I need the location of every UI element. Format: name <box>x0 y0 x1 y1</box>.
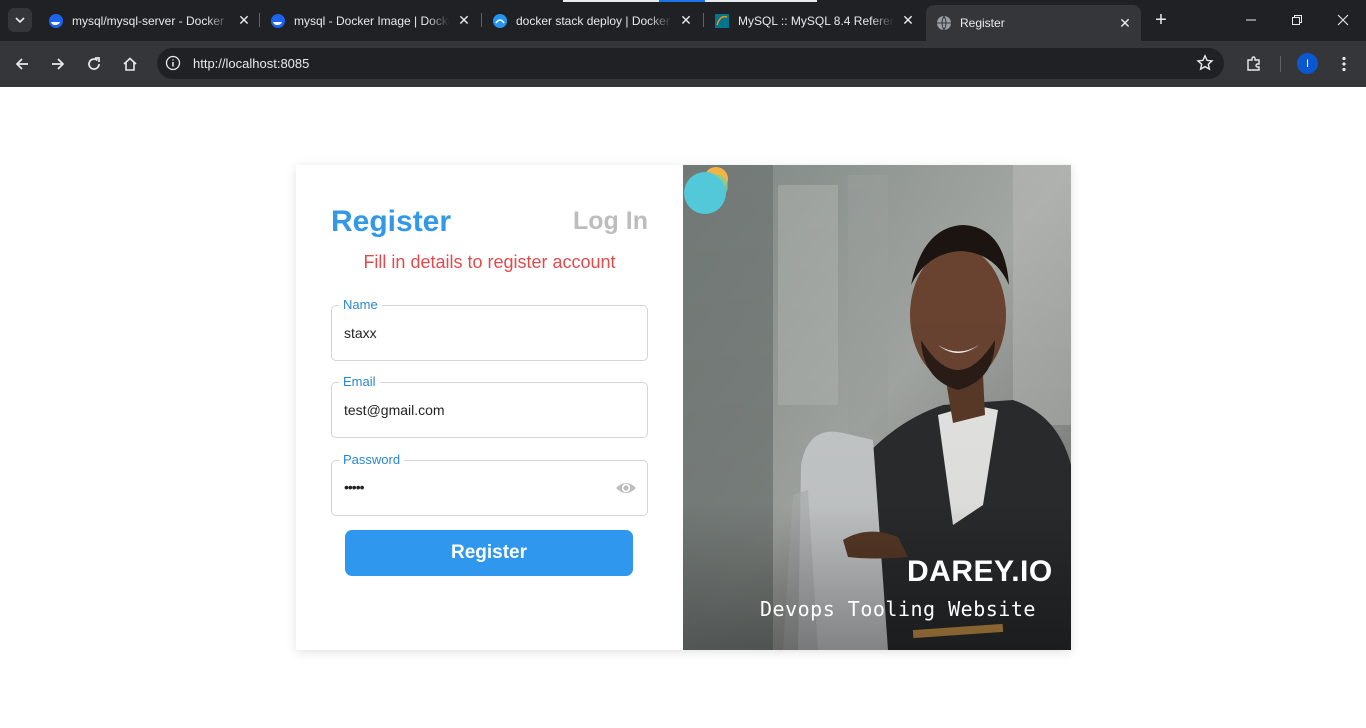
email-field[interactable]: Email test@gmail.com <box>331 374 648 438</box>
name-field[interactable]: Name staxx <box>331 297 648 361</box>
puzzle-icon <box>1247 56 1260 71</box>
close-icon[interactable]: ✕ <box>1117 15 1133 31</box>
browser-tab[interactable]: mysql - Docker Image | Docker ✕ <box>260 6 480 35</box>
menu-button[interactable] <box>1333 53 1355 75</box>
brand-name: DAREY.IO <box>907 555 1053 588</box>
docker-icon <box>270 13 286 29</box>
email-input[interactable]: test@gmail.com <box>344 402 445 418</box>
chevron-down-icon <box>15 17 25 24</box>
extensions-button[interactable] <box>1243 53 1265 75</box>
bookmark-star-icon[interactable] <box>1196 54 1214 72</box>
docker-docs-icon <box>492 13 508 29</box>
form-panel: Register Log In Fill in details to regis… <box>296 165 683 650</box>
url-text[interactable]: http://localhost:8085 <box>193 56 309 71</box>
reload-icon <box>88 57 100 70</box>
hero-image: DAREY.IO Devops Tooling Website <box>683 165 1071 650</box>
eye-icon[interactable] <box>615 479 637 497</box>
arrow-right-icon <box>52 58 65 70</box>
close-icon[interactable]: ✕ <box>900 12 916 29</box>
tab-title: MySQL :: MySQL 8.4 Reference <box>738 13 894 28</box>
address-bar[interactable]: http://localhost:8085 <box>157 48 1224 79</box>
forward-button[interactable] <box>44 50 72 78</box>
browser-toolbar: http://localhost:8085 I <box>0 41 1366 87</box>
reload-button[interactable] <box>80 50 108 78</box>
home-button[interactable] <box>116 50 144 78</box>
name-label: Name <box>339 297 382 312</box>
close-icon[interactable]: ✕ <box>456 12 472 29</box>
info-icon[interactable] <box>165 55 181 71</box>
home-icon <box>123 57 137 71</box>
restore-icon <box>1292 15 1302 25</box>
password-input[interactable]: ••••• <box>344 479 364 495</box>
name-input[interactable]: staxx <box>344 325 377 341</box>
register-button[interactable]: Register <box>345 530 633 576</box>
browser-tab[interactable]: MySQL :: MySQL 8.4 Reference ✕ <box>704 6 924 35</box>
globe-icon <box>936 15 952 31</box>
close-icon[interactable]: ✕ <box>236 12 252 29</box>
tab-title: docker stack deploy | Docker <box>516 13 670 28</box>
password-field[interactable]: Password ••••• <box>331 452 648 516</box>
close-icon[interactable]: ✕ <box>678 12 694 29</box>
password-label: Password <box>339 452 405 467</box>
tab-loading-indicator <box>563 0 817 2</box>
arrow-left-icon <box>15 58 28 70</box>
close-icon <box>1337 14 1349 26</box>
login-tab-link[interactable]: Log In <box>573 207 648 236</box>
profile-avatar[interactable]: I <box>1297 53 1318 74</box>
browser-tab-active[interactable]: Register ✕ <box>926 5 1141 41</box>
darey-logo-icon <box>684 167 728 214</box>
register-tab-heading[interactable]: Register <box>331 205 451 239</box>
restore-button[interactable] <box>1274 0 1320 40</box>
email-label: Email <box>339 374 380 389</box>
brand-tagline: Devops Tooling Website <box>760 597 1036 621</box>
register-card: Register Log In Fill in details to regis… <box>296 165 1071 650</box>
tab-strip: mysql/mysql-server - Docker ✕ mysql - Do… <box>0 0 1366 41</box>
back-button[interactable] <box>8 50 36 78</box>
browser-tab[interactable]: mysql/mysql-server - Docker ✕ <box>38 6 260 35</box>
minimize-button[interactable] <box>1228 0 1274 40</box>
browser-tab[interactable]: docker stack deploy | Docker ✕ <box>482 6 702 35</box>
more-vertical-icon <box>1342 56 1346 72</box>
close-window-button[interactable] <box>1320 0 1366 40</box>
new-tab-button[interactable]: + <box>1149 8 1173 32</box>
docker-icon <box>48 13 64 29</box>
tab-search-button[interactable] <box>8 8 32 32</box>
form-subtitle: Fill in details to register account <box>363 252 616 272</box>
tab-title: mysql/mysql-server - Docker <box>72 13 225 28</box>
mysql-icon <box>714 13 730 29</box>
tab-title: mysql - Docker Image | Docker <box>294 13 450 28</box>
tab-title: Register <box>960 16 1005 30</box>
minimize-icon <box>1246 19 1256 21</box>
